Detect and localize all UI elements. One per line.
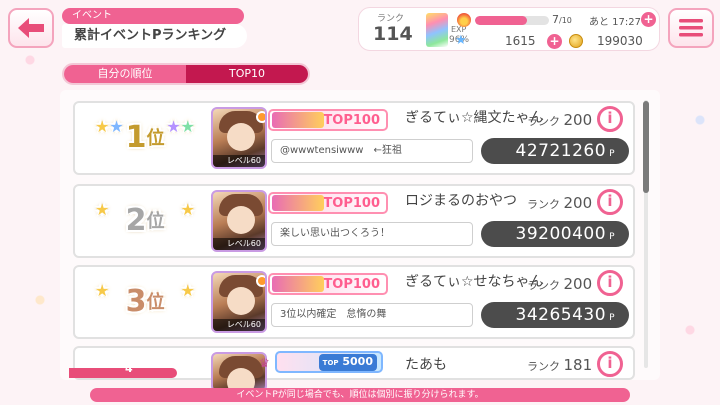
status-dot-icon — [256, 275, 265, 287]
add-star-button[interactable]: + — [547, 34, 562, 49]
player-rank: ランク 200 — [527, 275, 593, 293]
stars-icon: ★ — [95, 200, 110, 219]
exp-gauge — [426, 13, 448, 47]
coin-icon — [569, 34, 583, 48]
menu-button[interactable] — [668, 8, 714, 48]
rank-strip: 4 — [69, 362, 177, 378]
player-comment: 3位以内確定 怠惰の舞 — [271, 303, 473, 327]
tab-my-rank[interactable]: 自分の順位 — [64, 65, 186, 83]
rank-badge: ★★ 1位 ★★ — [95, 117, 195, 155]
badge-art-icon — [272, 112, 324, 128]
badge-art-icon — [272, 195, 324, 211]
avatar[interactable]: レベル60 — [211, 271, 267, 333]
title-badge: TOP100 — [268, 109, 388, 131]
recover-timer: あと 17:27 — [589, 17, 641, 28]
footer-notice: イベントPが同じ場合でも、順位は個別に振り分けられます。 — [90, 388, 630, 402]
ranking-row[interactable]: ★ 2位 ★ レベル60 TOP100 ロジまるのおやつ ランク 200 i 楽… — [73, 184, 635, 258]
level-tag: レベル60 — [213, 238, 265, 250]
fire-count: 7/10 — [552, 13, 572, 26]
info-button[interactable]: i — [597, 351, 623, 377]
stars-icon: ★ — [180, 281, 195, 300]
back-button[interactable] — [8, 8, 54, 48]
fire-gauge — [475, 16, 549, 25]
info-button[interactable]: i — [597, 270, 623, 296]
ranking-row[interactable]: ★★ 1位 ★★ レベル60 TOP100 ぎるてぃ☆縄文たゃん ランク 200… — [73, 101, 635, 175]
page-title: 累計イベントPランキング — [62, 24, 247, 48]
event-points: 34265430 P — [481, 302, 629, 328]
event-tag: イベント — [62, 8, 244, 24]
crown-icon: ♛ — [259, 356, 270, 370]
title-badge: TOP 5000 — [275, 351, 383, 373]
stars-icon: ★ — [180, 200, 195, 219]
info-button[interactable]: i — [597, 106, 623, 132]
rank-badge: ★ 3位 ★ — [95, 281, 195, 319]
player-name: たあも — [405, 357, 447, 373]
player-status-panel: ランク 114 EXP 96% 7/10 あと 17:27 + ★ 1615 +… — [358, 7, 660, 51]
avatar[interactable]: レベル60 — [211, 107, 267, 169]
status-dot-icon — [256, 111, 265, 123]
level-tag: レベル60 — [213, 155, 265, 167]
badge-art-icon — [272, 276, 324, 292]
ranking-row[interactable]: 4 ♛ TOP 5000 たあも ランク 181 i — [69, 346, 635, 392]
player-rank: ランク 200 — [527, 194, 593, 212]
add-fire-button[interactable]: + — [641, 12, 656, 27]
fire-gauge-fill — [475, 16, 527, 25]
scrollbar-thumb[interactable] — [643, 101, 649, 193]
title-badge: TOP100 — [268, 273, 388, 295]
player-rank: ランク 200 — [527, 111, 593, 129]
title-badge: TOP100 — [268, 192, 388, 214]
player-comment: @wwwtensiwww ←狂祖 — [271, 139, 473, 163]
stars-icon: ★ — [95, 281, 110, 300]
coin-count: 199030 — [597, 34, 643, 48]
player-comment: 楽しい思い出つくろう！ — [271, 222, 473, 246]
stars-icon: ★★ — [95, 117, 124, 136]
level-tag: レベル60 — [213, 319, 265, 331]
rank-badge: ★ 2位 ★ — [95, 200, 195, 238]
star-icon: ★ — [455, 33, 467, 48]
page-header: イベント 累計イベントPランキング — [62, 8, 247, 48]
rank-value: 114 — [373, 23, 413, 45]
event-points: 42721260 P — [481, 138, 629, 164]
flame-icon — [457, 13, 471, 27]
hamburger-menu-icon — [679, 19, 703, 37]
player-name: ぎるてぃ☆せなちゃん — [405, 274, 544, 290]
stars-icon: ★★ — [166, 117, 195, 136]
back-arrow-icon — [18, 18, 44, 38]
tab-top10[interactable]: TOP10 — [186, 65, 308, 83]
ranking-row[interactable]: ★ 3位 ★ レベル60 TOP100 ぎるてぃ☆せなちゃん ランク 200 i… — [73, 265, 635, 339]
ranking-tabs: 自分の順位 TOP10 — [62, 63, 310, 85]
event-points: 39200400 P — [481, 221, 629, 247]
player-rank: ランク 181 — [527, 356, 593, 374]
info-button[interactable]: i — [597, 189, 623, 215]
player-name: ロジまるのおやつ — [405, 193, 517, 209]
avatar[interactable]: レベル60 — [211, 190, 267, 252]
star-count: 1615 — [505, 34, 536, 48]
player-name: ぎるてぃ☆縄文たゃん — [405, 110, 544, 126]
